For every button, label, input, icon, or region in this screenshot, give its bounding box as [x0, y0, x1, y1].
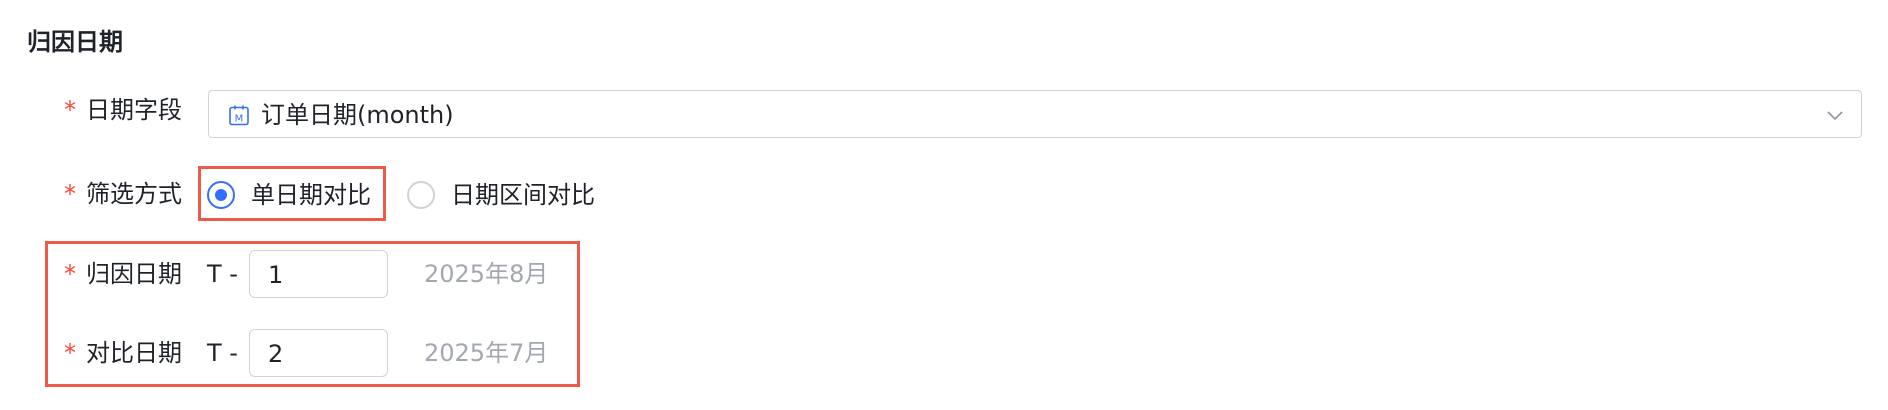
compare-date-hint: 2025年7月	[424, 339, 549, 367]
radio-checked-icon	[207, 181, 235, 209]
compare-date-label: * 对比日期	[64, 337, 182, 369]
attribution-offset-value: 1	[268, 261, 284, 289]
attribution-t-prefix: T -	[207, 260, 238, 288]
compare-offset-value: 2	[268, 340, 284, 368]
radio-date-range-label: 日期区间对比	[451, 181, 595, 209]
required-mark: *	[64, 339, 76, 367]
required-mark: *	[64, 96, 76, 124]
calendar-month-icon: M	[229, 105, 249, 126]
svg-text:M: M	[235, 114, 244, 125]
attribution-offset-input[interactable]: 1	[249, 250, 388, 298]
radio-unchecked-icon	[407, 181, 435, 209]
filter-mode-label-text: 筛选方式	[86, 180, 182, 208]
attribution-date-label: * 归因日期	[64, 258, 182, 290]
chevron-down-icon	[1827, 111, 1843, 121]
compare-offset-input[interactable]: 2	[249, 329, 388, 377]
compare-date-label-text: 对比日期	[86, 339, 182, 367]
attribution-date-hint: 2025年8月	[424, 260, 549, 288]
radio-single-date[interactable]: 单日期对比	[207, 175, 371, 215]
compare-t-prefix: T -	[207, 339, 238, 367]
date-field-label-text: 日期字段	[86, 96, 182, 124]
date-field-label: * 日期字段	[64, 94, 182, 126]
radio-single-date-label: 单日期对比	[251, 181, 371, 209]
filter-mode-label: * 筛选方式	[64, 178, 182, 210]
radio-date-range[interactable]: 日期区间对比	[407, 175, 595, 215]
required-mark: *	[64, 180, 76, 208]
required-mark: *	[64, 260, 76, 288]
attribution-date-label-text: 归因日期	[86, 260, 182, 288]
date-field-value: 订单日期(month)	[261, 101, 454, 129]
section-title: 归因日期	[27, 28, 123, 56]
date-field-select[interactable]: M 订单日期(month)	[208, 90, 1862, 138]
